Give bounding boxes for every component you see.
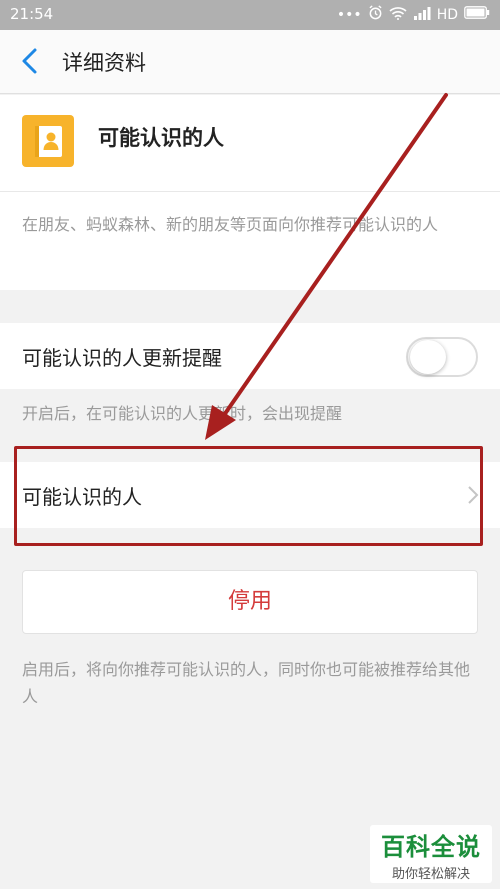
status-time: 21:54 xyxy=(10,5,54,23)
toggle-knob xyxy=(410,340,446,374)
status-icons: ••• HD xyxy=(337,5,490,24)
watermark-main: 百科全说 xyxy=(381,833,481,861)
watermark-sub: 助你轻松解决 xyxy=(391,867,470,882)
chevron-right-icon xyxy=(468,486,479,504)
alarm-icon xyxy=(368,5,383,24)
contacts-app-icon xyxy=(22,115,74,167)
disable-button[interactable]: 停用 xyxy=(22,570,478,634)
update-reminder-row: 可能认识的人更新提醒 xyxy=(0,323,500,389)
watermark-logo: 百科全说 助你轻松解决 xyxy=(370,825,492,883)
update-reminder-toggle[interactable] xyxy=(406,337,478,377)
signal-icon xyxy=(413,6,431,24)
wifi-icon xyxy=(389,6,407,24)
profile-description: 在朋友、蚂蚁森林、新的朋友等页面向你推荐可能认识的人 xyxy=(22,215,439,234)
update-reminder-label: 可能认识的人更新提醒 xyxy=(22,346,222,370)
battery-icon xyxy=(464,6,490,23)
network-type: HD xyxy=(436,6,458,23)
more-dots-icon: ••• xyxy=(336,6,362,23)
chevron-left-icon xyxy=(22,48,37,74)
update-reminder-hint: 开启后，在可能认识的人更新时，会出现提醒 xyxy=(22,404,343,423)
people-row-label: 可能认识的人 xyxy=(22,485,142,509)
people-row[interactable]: 可能认识的人 xyxy=(0,462,500,528)
status-bar: 21:54 ••• HD xyxy=(0,0,500,30)
contact-book-icon xyxy=(35,126,62,157)
divider xyxy=(0,191,500,192)
back-button[interactable] xyxy=(14,44,48,78)
profile-card: 可能认识的人 在朋友、蚂蚁森林、新的朋友等页面向你推荐可能认识的人 xyxy=(0,95,500,290)
app-name: 可能认识的人 xyxy=(98,126,224,150)
footer-hint: 启用后，将向你推荐可能认识的人，同时你也可能被推荐给其他人 xyxy=(22,660,471,706)
page-title: 详细资料 xyxy=(62,51,146,75)
nav-bar: 详细资料 xyxy=(0,30,500,94)
